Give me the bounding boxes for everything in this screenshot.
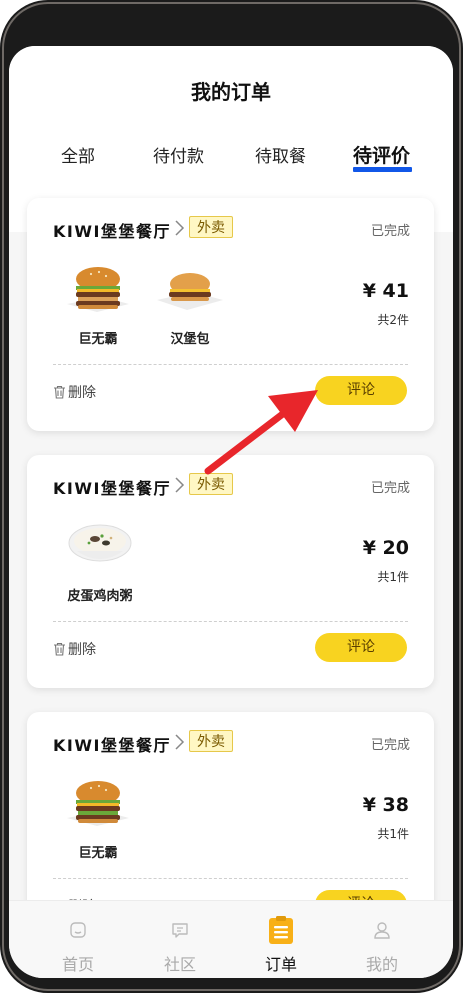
item-count: 共2件 <box>377 313 409 327</box>
order-price: ¥ 38 <box>362 794 409 816</box>
active-tab-indicator <box>353 167 412 172</box>
big-burger-icon <box>67 781 129 826</box>
order-card: KIWI堡堡餐厅 外卖 已完成 巨无霸 汉堡包 ¥ 41 共2件 删除 评论 <box>27 198 434 431</box>
chevron-right-icon[interactable] <box>173 476 185 494</box>
delivery-tag: 外卖 <box>189 216 233 238</box>
delete-button[interactable]: 删除 <box>53 639 96 659</box>
chevron-right-icon[interactable] <box>173 219 185 237</box>
review-button[interactable]: 评论 <box>315 633 407 662</box>
tabbar-item-orders[interactable]: 订单 <box>236 901 326 978</box>
tab-pending-pickup[interactable]: 待取餐 <box>255 142 306 167</box>
order-price: ¥ 41 <box>362 280 409 302</box>
delete-button[interactable]: 删除 <box>53 382 96 402</box>
item-name: 皮蛋鸡肉粥 <box>67 589 133 604</box>
chevron-right-icon[interactable] <box>173 733 185 751</box>
divider <box>53 364 408 365</box>
delivery-tag: 外卖 <box>189 473 233 495</box>
user-icon <box>374 922 390 939</box>
burger-icon <box>157 273 223 310</box>
item-name: 巨无霸 <box>78 332 118 347</box>
order-card: KIWI堡堡餐厅 外卖 已完成 皮蛋鸡肉粥 ¥ 20 共1件 删除 评论 <box>27 455 434 688</box>
clipboard-icon <box>269 916 293 944</box>
tabbar-label: 订单 <box>264 955 297 974</box>
app-screen: 我的订单 全部 待付款 待取餐 待评价 KIWI堡堡餐厅 外卖 已完成 巨无霸 … <box>9 46 453 978</box>
bottom-tab-bar: 首页 社区 订单 我的 <box>9 900 453 978</box>
page-title: 我的订单 <box>191 80 271 104</box>
divider <box>53 621 408 622</box>
delete-label: 删除 <box>68 642 96 658</box>
shop-name[interactable]: KIWI堡堡餐厅 <box>53 732 171 756</box>
tabbar-item-me[interactable]: 我的 <box>337 901 427 978</box>
review-button[interactable]: 评论 <box>315 376 407 405</box>
trash-icon <box>54 642 65 656</box>
chat-icon <box>172 923 188 938</box>
congee-bowl-icon <box>68 524 132 562</box>
phone-frame: 我的订单 全部 待付款 待取餐 待评价 KIWI堡堡餐厅 外卖 已完成 巨无霸 … <box>0 0 463 993</box>
item-count: 共1件 <box>377 827 409 841</box>
delivery-tag: 外卖 <box>189 730 233 752</box>
big-burger-icon <box>67 267 129 312</box>
home-icon <box>70 922 86 938</box>
tab-pending-review[interactable]: 待评价 <box>353 141 410 168</box>
tabbar-item-community[interactable]: 社区 <box>135 901 225 978</box>
shop-name[interactable]: KIWI堡堡餐厅 <box>53 475 171 499</box>
trash-icon <box>54 385 65 399</box>
order-status: 已完成 <box>370 224 410 239</box>
tabbar-label: 社区 <box>163 955 196 974</box>
tab-pending-payment[interactable]: 待付款 <box>153 142 204 167</box>
order-price: ¥ 20 <box>362 537 409 559</box>
item-name: 汉堡包 <box>170 332 210 347</box>
delete-label: 删除 <box>68 385 96 401</box>
tabbar-label: 首页 <box>61 955 94 974</box>
divider <box>53 878 408 879</box>
order-status: 已完成 <box>370 481 410 496</box>
order-status: 已完成 <box>370 738 410 753</box>
item-name: 巨无霸 <box>78 846 118 861</box>
item-count: 共1件 <box>377 570 409 584</box>
tab-all[interactable]: 全部 <box>61 142 95 167</box>
tabbar-label: 我的 <box>365 955 398 974</box>
tabbar-item-home[interactable]: 首页 <box>33 901 123 978</box>
shop-name[interactable]: KIWI堡堡餐厅 <box>53 218 171 242</box>
